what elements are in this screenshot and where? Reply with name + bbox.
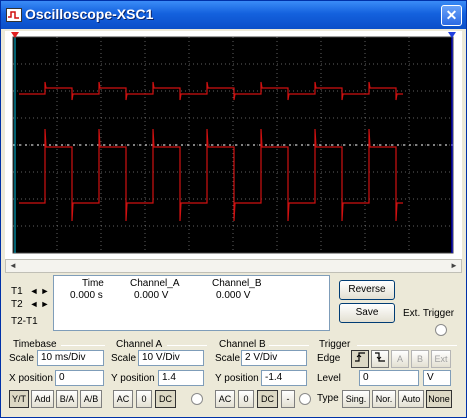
channel-a-y-position-label: Y position bbox=[111, 373, 155, 384]
x-position-field[interactable]: 0 bbox=[55, 370, 104, 386]
channel-a-terminal[interactable] bbox=[191, 393, 203, 405]
channel-b-invert-button[interactable]: - bbox=[281, 390, 295, 408]
trigger-title: Trigger bbox=[319, 339, 351, 350]
channel-a-y-position-field[interactable]: 1.4 bbox=[158, 370, 204, 386]
timebase-divider bbox=[61, 345, 105, 346]
horizontal-scrollbar[interactable]: ◄ ► bbox=[5, 259, 462, 273]
channel-a-scale-label: Scale bbox=[111, 353, 137, 364]
title-bar[interactable]: Oscilloscope-XSC1 ✕ bbox=[1, 1, 466, 29]
t2-left-arrow-icon[interactable]: ◄ bbox=[29, 299, 39, 309]
readout-value-channel-a: 0.000 V bbox=[134, 290, 169, 301]
falling-edge-button[interactable] bbox=[371, 350, 389, 368]
trigger-level-field[interactable]: 0 bbox=[359, 370, 419, 386]
close-button[interactable]: ✕ bbox=[441, 5, 462, 26]
channel-b-dc-button[interactable]: DC bbox=[257, 390, 278, 408]
scope-display[interactable] bbox=[5, 31, 462, 259]
mode-b-a-button[interactable]: B/A bbox=[56, 390, 78, 408]
trigger-type-auto-button[interactable]: Auto bbox=[398, 390, 424, 408]
window-title: Oscilloscope-XSC1 bbox=[25, 6, 154, 22]
channel-b-terminal[interactable] bbox=[299, 393, 311, 405]
channel-b-scale-field[interactable]: 2 V/Div bbox=[241, 350, 307, 366]
channel-a-divider bbox=[167, 345, 207, 346]
ext-trigger-terminal[interactable] bbox=[435, 324, 447, 336]
ext-trigger-label: Ext. Trigger bbox=[403, 308, 455, 319]
x-position-label: X position bbox=[9, 373, 53, 384]
mode-yt-button[interactable]: Y/T bbox=[9, 390, 29, 408]
readout-value-time: 0.000 s bbox=[70, 290, 103, 301]
channel-a-zero-button[interactable]: 0 bbox=[136, 390, 152, 408]
channel-b-y-position-field[interactable]: -1.4 bbox=[261, 370, 307, 386]
t1-left-arrow-icon[interactable]: ◄ bbox=[29, 286, 39, 296]
t2-label: T2 bbox=[11, 299, 23, 310]
scroll-left-icon[interactable]: ◄ bbox=[6, 260, 20, 272]
scroll-right-icon[interactable]: ► bbox=[447, 260, 461, 272]
channel-a-scale-field[interactable]: 10 V/Div bbox=[138, 350, 204, 366]
trigger-type-none-button[interactable]: None bbox=[426, 390, 452, 408]
t2-right-arrow-icon[interactable]: ► bbox=[40, 299, 50, 309]
channel-a-title: Channel A bbox=[116, 339, 163, 350]
t1-label: T1 bbox=[11, 286, 23, 297]
timebase-title: Timebase bbox=[13, 339, 57, 350]
readout-header-channel-a: Channel_A bbox=[130, 278, 180, 289]
mode-add-button[interactable]: Add bbox=[31, 390, 54, 408]
trigger-source-ext-button[interactable]: Ext bbox=[431, 350, 451, 368]
readout-header-channel-b: Channel_B bbox=[212, 278, 262, 289]
readout-header-time: Time bbox=[82, 278, 104, 289]
channel-b-title: Channel B bbox=[219, 339, 266, 350]
edge-label: Edge bbox=[317, 353, 341, 364]
reverse-button[interactable]: Reverse bbox=[339, 280, 395, 300]
t2-t1-label: T2-T1 bbox=[11, 316, 38, 327]
trigger-type-single-button[interactable]: Sing. bbox=[342, 390, 370, 408]
channel-b-y-position-label: Y position bbox=[215, 373, 259, 384]
timebase-scale-label: Scale bbox=[9, 353, 35, 364]
channel-b-scale-label: Scale bbox=[215, 353, 241, 364]
readout-panel: Time Channel_A Channel_B 0.000 s 0.000 V… bbox=[53, 275, 330, 331]
t1-right-arrow-icon[interactable]: ► bbox=[40, 286, 50, 296]
falling-edge-icon bbox=[375, 352, 385, 362]
trigger-type-normal-button[interactable]: Nor. bbox=[372, 390, 396, 408]
level-label: Level bbox=[317, 373, 341, 384]
mode-a-b-button[interactable]: A/B bbox=[80, 390, 102, 408]
readout-value-channel-b: 0.000 V bbox=[216, 290, 251, 301]
trigger-source-a-button[interactable]: A bbox=[391, 350, 409, 368]
timebase-scale-field[interactable]: 10 ms/Div bbox=[37, 350, 104, 366]
channel-b-divider bbox=[269, 345, 309, 346]
trigger-divider bbox=[357, 345, 457, 346]
oscilloscope-app-icon bbox=[6, 8, 22, 22]
channel-a-ac-button[interactable]: AC bbox=[113, 390, 133, 408]
channel-a-dc-button[interactable]: DC bbox=[155, 390, 176, 408]
trigger-level-unit[interactable]: V bbox=[423, 370, 451, 386]
channel-b-ac-button[interactable]: AC bbox=[215, 390, 235, 408]
trigger-source-b-button[interactable]: B bbox=[411, 350, 429, 368]
save-button[interactable]: Save bbox=[339, 303, 395, 323]
channel-b-zero-button[interactable]: 0 bbox=[238, 390, 254, 408]
rising-edge-icon bbox=[355, 352, 365, 362]
oscilloscope-window: Oscilloscope-XSC1 ✕ ◄ ► T1 ◄ ► T2 ◄ ► T2… bbox=[0, 0, 467, 418]
rising-edge-button[interactable] bbox=[351, 350, 369, 368]
type-label: Type bbox=[317, 393, 339, 404]
